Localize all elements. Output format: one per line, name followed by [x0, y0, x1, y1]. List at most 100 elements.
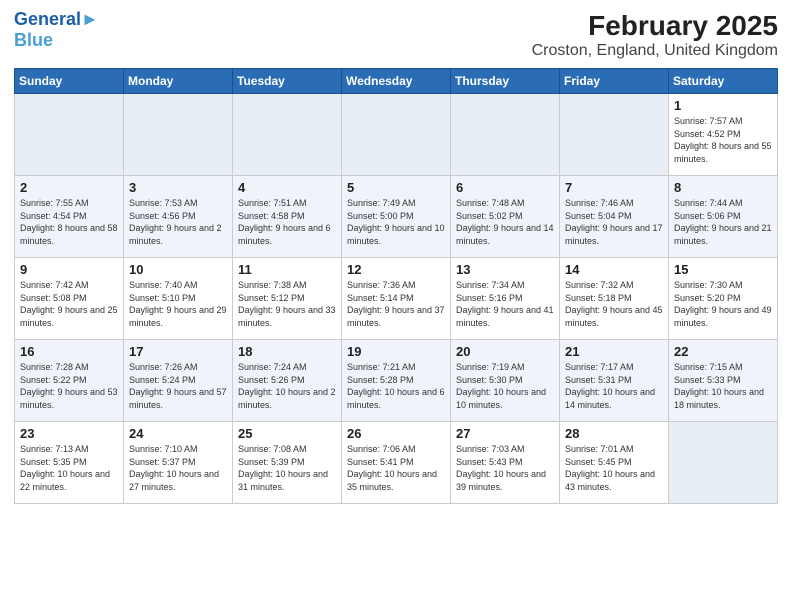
- calendar-header-wednesday: Wednesday: [342, 69, 451, 94]
- day-number: 5: [347, 180, 445, 195]
- calendar-cell: [15, 94, 124, 176]
- calendar-cell: 19 Sunrise: 7:21 AM Sunset: 5:28 PM Dayli…: [342, 340, 451, 422]
- day-number: 8: [674, 180, 772, 195]
- calendar-cell: 28 Sunrise: 7:01 AM Sunset: 5:45 PM Dayli…: [560, 422, 669, 504]
- day-info: Sunrise: 7:44 AM Sunset: 5:06 PM Dayligh…: [674, 197, 772, 247]
- calendar-cell: 25 Sunrise: 7:08 AM Sunset: 5:39 PM Dayli…: [233, 422, 342, 504]
- day-info: Sunrise: 7:38 AM Sunset: 5:12 PM Dayligh…: [238, 279, 336, 329]
- calendar-table: SundayMondayTuesdayWednesdayThursdayFrid…: [14, 68, 778, 504]
- day-number: 18: [238, 344, 336, 359]
- calendar-cell: 14 Sunrise: 7:32 AM Sunset: 5:18 PM Dayli…: [560, 258, 669, 340]
- calendar-week-4: 16 Sunrise: 7:28 AM Sunset: 5:22 PM Dayli…: [15, 340, 778, 422]
- day-info: Sunrise: 7:03 AM Sunset: 5:43 PM Dayligh…: [456, 443, 554, 493]
- title-block: February 2025 Croston, England, United K…: [532, 10, 778, 60]
- day-info: Sunrise: 7:30 AM Sunset: 5:20 PM Dayligh…: [674, 279, 772, 329]
- calendar-header-friday: Friday: [560, 69, 669, 94]
- calendar-header-monday: Monday: [124, 69, 233, 94]
- calendar-cell: 22 Sunrise: 7:15 AM Sunset: 5:33 PM Dayli…: [669, 340, 778, 422]
- day-number: 9: [20, 262, 118, 277]
- page-header: General► Blue February 2025 Croston, Eng…: [14, 10, 778, 60]
- day-number: 24: [129, 426, 227, 441]
- day-info: Sunrise: 7:57 AM Sunset: 4:52 PM Dayligh…: [674, 115, 772, 165]
- calendar-cell: [233, 94, 342, 176]
- calendar-cell: 4 Sunrise: 7:51 AM Sunset: 4:58 PM Daylig…: [233, 176, 342, 258]
- calendar-cell: 10 Sunrise: 7:40 AM Sunset: 5:10 PM Dayli…: [124, 258, 233, 340]
- calendar-cell: 18 Sunrise: 7:24 AM Sunset: 5:26 PM Dayli…: [233, 340, 342, 422]
- calendar-cell: 20 Sunrise: 7:19 AM Sunset: 5:30 PM Dayli…: [451, 340, 560, 422]
- day-info: Sunrise: 7:06 AM Sunset: 5:41 PM Dayligh…: [347, 443, 445, 493]
- calendar-cell: 16 Sunrise: 7:28 AM Sunset: 5:22 PM Dayli…: [15, 340, 124, 422]
- calendar-cell: 23 Sunrise: 7:13 AM Sunset: 5:35 PM Dayli…: [15, 422, 124, 504]
- calendar-cell: [124, 94, 233, 176]
- calendar-header-thursday: Thursday: [451, 69, 560, 94]
- calendar-cell: 17Sunrise: 7:26 AM Sunset: 5:24 PM Dayli…: [124, 340, 233, 422]
- calendar-cell: 2 Sunrise: 7:55 AM Sunset: 4:54 PM Daylig…: [15, 176, 124, 258]
- day-info: Sunrise: 7:48 AM Sunset: 5:02 PM Dayligh…: [456, 197, 554, 247]
- calendar-cell: 5 Sunrise: 7:49 AM Sunset: 5:00 PM Daylig…: [342, 176, 451, 258]
- day-number: 11: [238, 262, 336, 277]
- day-number: 28: [565, 426, 663, 441]
- day-info: Sunrise: 7:40 AM Sunset: 5:10 PM Dayligh…: [129, 279, 227, 329]
- calendar-header-saturday: Saturday: [669, 69, 778, 94]
- page-title: February 2025: [532, 10, 778, 42]
- day-info: Sunrise: 7:53 AM Sunset: 4:56 PM Dayligh…: [129, 197, 227, 247]
- day-info: Sunrise: 7:26 AM Sunset: 5:24 PM Dayligh…: [129, 361, 227, 411]
- day-info: Sunrise: 7:21 AM Sunset: 5:28 PM Dayligh…: [347, 361, 445, 411]
- calendar-cell: 7Sunrise: 7:46 AM Sunset: 5:04 PM Daylig…: [560, 176, 669, 258]
- day-info: Sunrise: 7:42 AM Sunset: 5:08 PM Dayligh…: [20, 279, 118, 329]
- day-number: 20: [456, 344, 554, 359]
- day-info: Sunrise: 7:55 AM Sunset: 4:54 PM Dayligh…: [20, 197, 118, 247]
- calendar-header-row: SundayMondayTuesdayWednesdayThursdayFrid…: [15, 69, 778, 94]
- day-number: 26: [347, 426, 445, 441]
- day-info: Sunrise: 7:17 AM Sunset: 5:31 PM Dayligh…: [565, 361, 663, 411]
- day-info: Sunrise: 7:51 AM Sunset: 4:58 PM Dayligh…: [238, 197, 336, 247]
- day-number: 4: [238, 180, 336, 195]
- logo: General► Blue: [14, 10, 99, 51]
- page-subtitle: Croston, England, United Kingdom: [532, 42, 778, 60]
- day-info: Sunrise: 7:24 AM Sunset: 5:26 PM Dayligh…: [238, 361, 336, 411]
- logo-subtext: Blue: [14, 30, 99, 51]
- calendar-cell: [451, 94, 560, 176]
- day-info: Sunrise: 7:01 AM Sunset: 5:45 PM Dayligh…: [565, 443, 663, 493]
- calendar-header-sunday: Sunday: [15, 69, 124, 94]
- day-number: 1: [674, 98, 772, 113]
- day-info: Sunrise: 7:28 AM Sunset: 5:22 PM Dayligh…: [20, 361, 118, 411]
- calendar-cell: [560, 94, 669, 176]
- day-info: Sunrise: 7:15 AM Sunset: 5:33 PM Dayligh…: [674, 361, 772, 411]
- day-number: 22: [674, 344, 772, 359]
- day-number: 10: [129, 262, 227, 277]
- calendar-cell: 21Sunrise: 7:17 AM Sunset: 5:31 PM Dayli…: [560, 340, 669, 422]
- calendar-cell: [342, 94, 451, 176]
- day-info: Sunrise: 7:13 AM Sunset: 5:35 PM Dayligh…: [20, 443, 118, 493]
- calendar-cell: 13 Sunrise: 7:34 AM Sunset: 5:16 PM Dayli…: [451, 258, 560, 340]
- day-info: Sunrise: 7:10 AM Sunset: 5:37 PM Dayligh…: [129, 443, 227, 493]
- calendar-header-tuesday: Tuesday: [233, 69, 342, 94]
- day-number: 6: [456, 180, 554, 195]
- day-info: Sunrise: 7:46 AM Sunset: 5:04 PM Dayligh…: [565, 197, 663, 247]
- day-number: 2: [20, 180, 118, 195]
- calendar-cell: 6 Sunrise: 7:48 AM Sunset: 5:02 PM Daylig…: [451, 176, 560, 258]
- calendar-week-2: 2 Sunrise: 7:55 AM Sunset: 4:54 PM Daylig…: [15, 176, 778, 258]
- calendar-cell: 3 Sunrise: 7:53 AM Sunset: 4:56 PM Daylig…: [124, 176, 233, 258]
- day-number: 23: [20, 426, 118, 441]
- day-info: Sunrise: 7:08 AM Sunset: 5:39 PM Dayligh…: [238, 443, 336, 493]
- calendar-cell: 24 Sunrise: 7:10 AM Sunset: 5:37 PM Dayli…: [124, 422, 233, 504]
- calendar-cell: [669, 422, 778, 504]
- day-number: 19: [347, 344, 445, 359]
- day-number: 16: [20, 344, 118, 359]
- calendar-cell: 8 Sunrise: 7:44 AM Sunset: 5:06 PM Daylig…: [669, 176, 778, 258]
- day-info: Sunrise: 7:49 AM Sunset: 5:00 PM Dayligh…: [347, 197, 445, 247]
- calendar-cell: 1 Sunrise: 7:57 AM Sunset: 4:52 PM Daylig…: [669, 94, 778, 176]
- day-info: Sunrise: 7:19 AM Sunset: 5:30 PM Dayligh…: [456, 361, 554, 411]
- day-info: Sunrise: 7:34 AM Sunset: 5:16 PM Dayligh…: [456, 279, 554, 329]
- day-number: 13: [456, 262, 554, 277]
- calendar-week-5: 23 Sunrise: 7:13 AM Sunset: 5:35 PM Dayli…: [15, 422, 778, 504]
- calendar-cell: 12Sunrise: 7:36 AM Sunset: 5:14 PM Dayli…: [342, 258, 451, 340]
- calendar-cell: 9 Sunrise: 7:42 AM Sunset: 5:08 PM Daylig…: [15, 258, 124, 340]
- day-number: 25: [238, 426, 336, 441]
- day-info: Sunrise: 7:32 AM Sunset: 5:18 PM Dayligh…: [565, 279, 663, 329]
- day-number: 3: [129, 180, 227, 195]
- calendar-cell: 15Sunrise: 7:30 AM Sunset: 5:20 PM Dayli…: [669, 258, 778, 340]
- calendar-week-1: 1 Sunrise: 7:57 AM Sunset: 4:52 PM Daylig…: [15, 94, 778, 176]
- day-number: 14: [565, 262, 663, 277]
